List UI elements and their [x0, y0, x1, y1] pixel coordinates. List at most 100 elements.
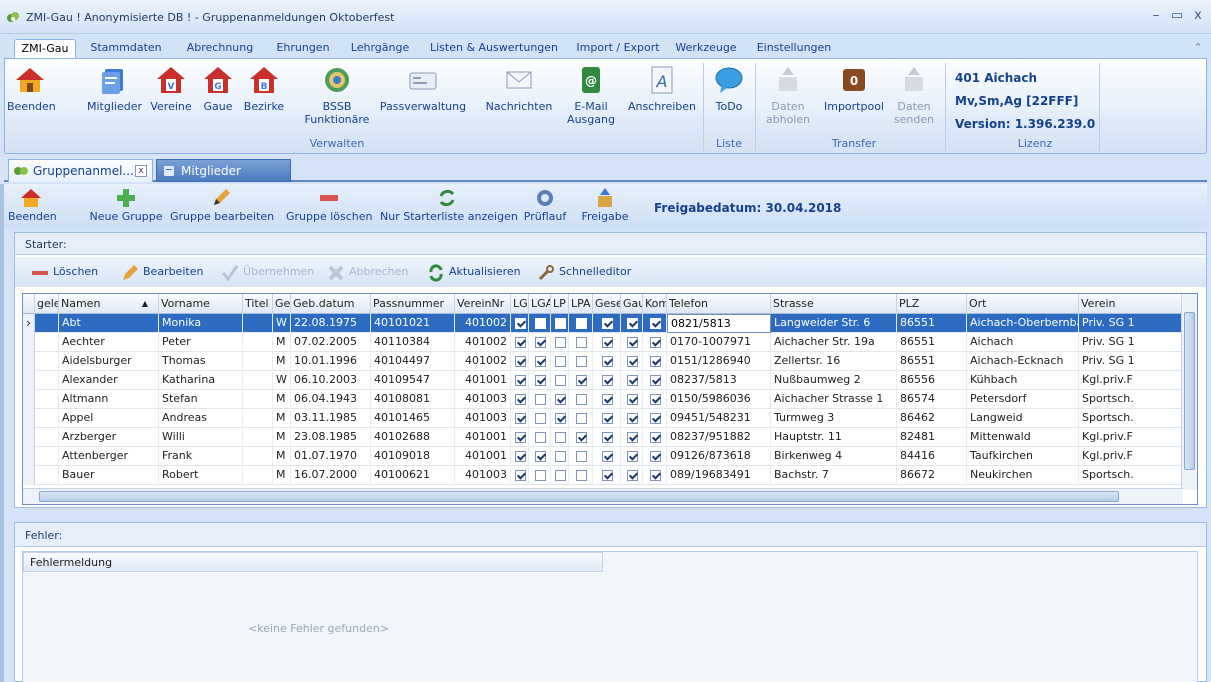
checkbox[interactable]	[576, 413, 587, 424]
table-row[interactable]: Arzberger Willi M 23.08.1985 40102688 401001 0…	[23, 428, 1197, 447]
ribbon-bssb-button[interactable]: BSSB Funktionäre	[303, 63, 371, 126]
geburtsdatum-cell[interactable]: 10.01.1996	[291, 352, 371, 371]
minimize-button[interactable]: –	[1147, 7, 1165, 25]
checkbox[interactable]	[650, 432, 661, 443]
column-header-vorname[interactable]: Vorname	[159, 294, 243, 314]
column-header-lg[interactable]: LG	[511, 294, 529, 314]
geburtsdatum-cell[interactable]: 22.08.1975	[291, 314, 371, 333]
checkbox[interactable]	[627, 375, 638, 386]
column-header-gese[interactable]: Gese	[593, 294, 621, 314]
telefon-cell[interactable]: 09126/873618	[667, 447, 771, 466]
neue-gruppe-button[interactable]: Neue Gruppe	[88, 187, 164, 223]
titel-cell[interactable]	[243, 371, 273, 390]
gele-cell[interactable]	[35, 371, 59, 390]
checkbox[interactable]	[650, 413, 661, 424]
checkbox[interactable]	[555, 318, 566, 329]
checkbox[interactable]	[535, 356, 546, 367]
column-header-namen[interactable]: Namen ▲	[59, 294, 159, 314]
plz-cell[interactable]: 86551	[897, 352, 967, 371]
abbrechen-button[interactable]: Abbrechen	[327, 264, 408, 282]
row-indicator[interactable]	[23, 428, 35, 447]
geburtsdatum-cell[interactable]: 16.07.2000	[291, 466, 371, 485]
strasse-cell[interactable]: Zellertsr. 16	[771, 352, 897, 371]
checkbox[interactable]	[576, 356, 587, 367]
checkbox[interactable]	[535, 451, 546, 462]
column-header-vereinnr[interactable]: VereinNr	[455, 294, 511, 314]
menu-werkzeuge[interactable]: Werkzeuge	[670, 39, 742, 58]
titel-cell[interactable]	[243, 352, 273, 371]
vertical-scroll-thumb[interactable]	[1184, 312, 1195, 470]
checkbox[interactable]	[576, 394, 587, 405]
ort-cell[interactable]: Mittenwald	[967, 428, 1079, 447]
verein-cell[interactable]: Kgl.priv.F	[1079, 371, 1183, 390]
vorname-cell[interactable]: Thomas	[159, 352, 243, 371]
geschlecht-cell[interactable]: M	[273, 447, 291, 466]
ort-cell[interactable]: Kühbach	[967, 371, 1079, 390]
checkbox[interactable]	[602, 432, 613, 443]
passnummer-cell[interactable]: 40101465	[371, 409, 455, 428]
checkbox[interactable]	[650, 470, 661, 481]
close-button[interactable]: x	[1189, 7, 1207, 25]
geburtsdatum-cell[interactable]: 01.07.1970	[291, 447, 371, 466]
menu-listen-auswertungen[interactable]: Listen & Auswertungen	[422, 39, 566, 58]
geschlecht-cell[interactable]: W	[273, 314, 291, 333]
ribbon-todo-button[interactable]: ToDo	[709, 63, 749, 113]
verein-cell[interactable]: Sportsch.	[1079, 390, 1183, 409]
freigabe-button[interactable]: Freigabe	[580, 187, 630, 223]
geburtsdatum-cell[interactable]: 23.08.1985	[291, 428, 371, 447]
name-cell[interactable]: Appel	[59, 409, 159, 428]
column-header-geb-datum[interactable]: Geb.datum	[291, 294, 371, 314]
column-header-telefon[interactable]: Telefon	[667, 294, 771, 314]
checkbox[interactable]	[555, 413, 566, 424]
ribbon-mitglieder-button[interactable]: Mitglieder	[87, 63, 142, 113]
checkbox[interactable]	[576, 337, 587, 348]
passnummer-cell[interactable]: 40104497	[371, 352, 455, 371]
column-header-strasse[interactable]: Strasse	[771, 294, 897, 314]
geschlecht-cell[interactable]: M	[273, 333, 291, 352]
strasse-cell[interactable]: Aichacher Strasse 1	[771, 390, 897, 409]
gele-cell[interactable]	[35, 409, 59, 428]
table-row[interactable]: Appel Andreas M 03.11.1985 40101465 401003 094…	[23, 409, 1197, 428]
vorname-cell[interactable]: Stefan	[159, 390, 243, 409]
vereinnr-cell[interactable]: 401002	[455, 333, 511, 352]
gele-cell[interactable]	[35, 447, 59, 466]
checkbox[interactable]	[535, 375, 546, 386]
ribbon-bezirke-button[interactable]: B Bezirke	[241, 63, 287, 113]
checkbox[interactable]	[602, 337, 613, 348]
column-header-ort[interactable]: Ort	[967, 294, 1079, 314]
column-header-lpa[interactable]: LPA	[569, 294, 593, 314]
checkbox[interactable]	[576, 432, 587, 443]
checkbox[interactable]	[650, 375, 661, 386]
row-indicator[interactable]	[23, 352, 35, 371]
strasse-cell[interactable]: Nußbaumweg 2	[771, 371, 897, 390]
table-row[interactable]: Aidelsburger Thomas M 10.01.1996 40104497 401…	[23, 352, 1197, 371]
plz-cell[interactable]: 86672	[897, 466, 967, 485]
name-cell[interactable]: Aidelsburger	[59, 352, 159, 371]
row-indicator[interactable]	[23, 447, 35, 466]
checkbox[interactable]	[515, 375, 526, 386]
tab-gruppenanmeldungen[interactable]: Gruppenanmel... x	[8, 159, 153, 182]
checkbox[interactable]	[602, 318, 613, 329]
ort-cell[interactable]: Petersdorf	[967, 390, 1079, 409]
nur-starterliste-button[interactable]: Nur Starterliste anzeigen	[380, 187, 518, 223]
checkbox[interactable]	[515, 470, 526, 481]
menu-abrechnung[interactable]: Abrechnung	[178, 39, 262, 58]
vorname-cell[interactable]: Frank	[159, 447, 243, 466]
checkbox[interactable]	[627, 413, 638, 424]
name-cell[interactable]: Abt	[59, 314, 159, 333]
aktualisieren-button[interactable]: Aktualisieren	[427, 264, 521, 282]
column-header-ge[interactable]: Ge	[273, 294, 291, 314]
name-cell[interactable]: Attenberger	[59, 447, 159, 466]
checkbox[interactable]	[627, 337, 638, 348]
vertical-scrollbar[interactable]	[1181, 294, 1197, 490]
geschlecht-cell[interactable]: M	[273, 428, 291, 447]
checkbox[interactable]	[555, 451, 566, 462]
toolbar-beenden-button[interactable]: Beenden	[8, 187, 57, 223]
column-header-gele[interactable]: gele	[35, 294, 59, 314]
column-header-plz[interactable]: PLZ	[897, 294, 967, 314]
checkbox[interactable]	[602, 356, 613, 367]
geschlecht-cell[interactable]: M	[273, 352, 291, 371]
ort-cell[interactable]: Neukirchen	[967, 466, 1079, 485]
checkbox[interactable]	[515, 394, 526, 405]
geschlecht-cell[interactable]: M	[273, 390, 291, 409]
